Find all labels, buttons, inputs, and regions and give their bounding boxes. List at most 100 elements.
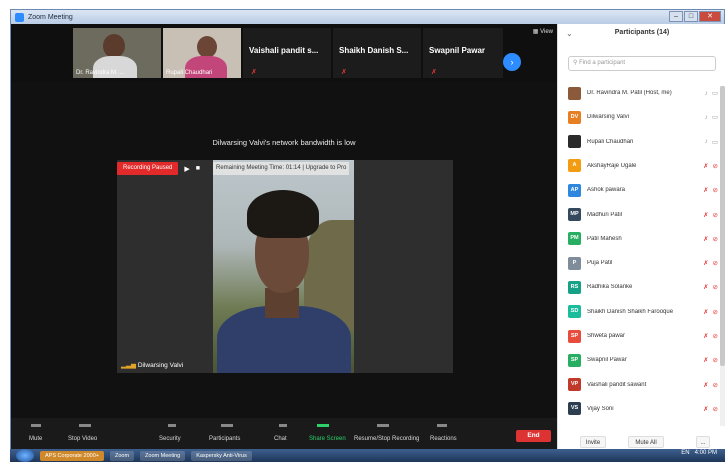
participant-name: Madhuri Patil xyxy=(587,211,623,218)
shield-icon xyxy=(168,424,176,427)
video-icon[interactable]: ▭ xyxy=(712,113,718,121)
thumbnail-shaikh[interactable]: Shaikh Danish S... ✗ xyxy=(333,28,421,78)
avatar: A xyxy=(568,159,581,173)
speaker-name: Dilwarsing Valvi xyxy=(137,362,184,369)
video-off-icon[interactable]: ⊘ xyxy=(713,211,718,219)
taskbar-item[interactable]: Zoom Meeting xyxy=(140,450,186,461)
thumbnail-name: Vaishali pandit s... xyxy=(249,46,319,55)
participant-row[interactable]: A AkshayRaje Ugale ✗ ⊘ xyxy=(568,157,718,175)
participant-row[interactable]: PM Patil Mahesh ✗ ⊘ xyxy=(568,230,718,248)
video-off-icon[interactable]: ⊘ xyxy=(713,235,718,243)
muted-mic-icon[interactable]: ✗ xyxy=(703,259,708,267)
panel-title: Participants (14) xyxy=(614,29,670,36)
signal-bars-icon: ▂▃▅ xyxy=(121,362,136,369)
taskbar-item[interactable]: Kaspersky Anti-Virus xyxy=(191,450,252,461)
video-icon[interactable]: ▭ xyxy=(712,89,718,97)
security-button[interactable]: Security xyxy=(159,436,181,442)
close-button[interactable]: ✕ xyxy=(699,11,721,22)
meeting-area: Dr. Ravindra M. ... Rupali Chaudhari Vai… xyxy=(11,24,557,450)
participant-row[interactable]: P Puja Patil ✗ ⊘ xyxy=(568,254,718,272)
muted-mic-icon[interactable]: ✗ xyxy=(703,356,708,364)
invite-button[interactable]: Invite xyxy=(580,436,606,448)
participant-row[interactable]: SP Swapnil Pawar ✗ ⊘ xyxy=(568,351,718,369)
remaining-time-label[interactable]: Remaining Meeting Time: 01:14 | Upgrade … xyxy=(213,162,350,175)
zoom-window: Zoom Meeting – □ ✕ Dr. Ravindra M. ... R… xyxy=(10,9,726,450)
share-screen-button[interactable]: Share Screen xyxy=(309,436,346,442)
muted-mic-icon[interactable]: ✗ xyxy=(703,186,708,194)
avatar: PM xyxy=(568,232,581,246)
active-speaker-frame: Recording Paused ▶ ■ Remaining Meeting T… xyxy=(117,160,453,373)
participant-row[interactable]: SD Shaikh Danish Shaikh Farooque ✗ ⊘ xyxy=(568,303,718,321)
participant-row[interactable]: VP Vaishali pandit sawant ✗ ⊘ xyxy=(568,376,718,394)
minimize-button[interactable]: – xyxy=(669,11,683,22)
mic-icon[interactable]: ♪ xyxy=(705,138,708,145)
participant-row[interactable]: AP Ashok pawara ✗ ⊘ xyxy=(568,181,718,199)
video-off-icon[interactable]: ⊘ xyxy=(713,283,718,291)
scroll-thumb[interactable] xyxy=(720,86,725,366)
thumbnail-vaishali[interactable]: Vaishali pandit s... ✗ xyxy=(243,28,331,78)
video-off-icon[interactable]: ⊘ xyxy=(713,186,718,194)
participant-row[interactable]: RS Radhika Solanke ✗ ⊘ xyxy=(568,278,718,296)
mic-icon[interactable]: ♪ xyxy=(705,90,708,97)
resume-recording-icon[interactable]: ▶ xyxy=(184,165,189,173)
record-icon xyxy=(377,424,389,427)
view-button[interactable]: ▦ View xyxy=(533,28,553,35)
thumbnail-ravindra[interactable]: Dr. Ravindra M. ... xyxy=(73,28,161,78)
stop-video-button[interactable]: Stop Video xyxy=(68,436,97,442)
participant-name: Vaishali pandit sawant xyxy=(587,381,647,388)
participant-row[interactable]: Dr. Ravindra M. Patil (Host, me) ♪ ▭ xyxy=(568,84,718,102)
video-off-icon[interactable]: ⊘ xyxy=(713,332,718,340)
mute-all-button[interactable]: Mute All xyxy=(628,436,664,448)
participant-search-input[interactable]: ⚲ Find a participant xyxy=(568,56,716,71)
video-off-icon[interactable]: ⊘ xyxy=(713,259,718,267)
muted-mic-icon[interactable]: ✗ xyxy=(703,308,708,316)
mic-icon[interactable]: ♪ xyxy=(705,114,708,121)
mic-icon xyxy=(31,424,41,427)
muted-mic-icon[interactable]: ✗ xyxy=(703,381,708,389)
stop-recording-icon[interactable]: ■ xyxy=(196,165,200,172)
participant-row[interactable]: DV Dilwarsing Valvi ♪ ▭ xyxy=(568,108,718,126)
clock[interactable]: 4:00 PM xyxy=(695,450,717,456)
participants-panel: ⌄ Participants (14) ⚲ Find a participant… xyxy=(557,24,726,450)
avatar xyxy=(568,135,581,149)
scrollbar[interactable] xyxy=(720,86,725,426)
avatar: SP xyxy=(568,353,581,367)
window-title: Zoom Meeting xyxy=(28,13,73,21)
participant-name: Radhika Solanke xyxy=(587,284,633,291)
more-button[interactable]: ... xyxy=(696,436,710,448)
meeting-toolbar: Mute Stop Video Security Participants Ch… xyxy=(11,418,557,450)
maximize-button[interactable]: □ xyxy=(684,11,698,22)
video-off-icon[interactable]: ⊘ xyxy=(713,162,718,170)
muted-mic-icon[interactable]: ✗ xyxy=(703,283,708,291)
video-off-icon[interactable]: ⊘ xyxy=(713,381,718,389)
video-off-icon[interactable]: ⊘ xyxy=(713,356,718,364)
muted-mic-icon[interactable]: ✗ xyxy=(703,235,708,243)
language-indicator[interactable]: EN xyxy=(681,450,689,456)
chat-button[interactable]: Chat xyxy=(274,436,287,442)
record-button[interactable]: Resume/Stop Recording xyxy=(354,436,419,442)
avatar: MP xyxy=(568,208,581,221)
participant-row[interactable]: Rupali Chaudhari ♪ ▭ xyxy=(568,133,718,151)
mute-button[interactable]: Mute xyxy=(29,436,42,442)
taskbar-item[interactable]: Zoom xyxy=(109,450,135,461)
participant-row[interactable]: MP Madhuri Patil ✗ ⊘ xyxy=(568,206,718,224)
taskbar-item[interactable]: APS Corporate 2000+ xyxy=(40,450,104,461)
thumbnail-swapnil[interactable]: Swapnil Pawar ✗ xyxy=(423,28,503,78)
avatar: SD xyxy=(568,305,581,319)
participant-name: Rupali Chaudhari xyxy=(587,138,634,145)
muted-mic-icon[interactable]: ✗ xyxy=(703,405,708,413)
video-off-icon[interactable]: ⊘ xyxy=(713,308,718,316)
start-button-icon[interactable] xyxy=(16,449,34,462)
reactions-button[interactable]: Reactions xyxy=(430,436,457,442)
muted-mic-icon[interactable]: ✗ xyxy=(703,332,708,340)
video-off-icon[interactable]: ⊘ xyxy=(713,405,718,413)
muted-mic-icon[interactable]: ✗ xyxy=(703,162,708,170)
video-icon[interactable]: ▭ xyxy=(712,138,718,146)
participant-row[interactable]: SP Shweta pawar ✗ ⊘ xyxy=(568,327,718,345)
participant-row[interactable]: VS Vijay Soni ✗ ⊘ xyxy=(568,400,718,418)
end-meeting-button[interactable]: End xyxy=(516,430,551,442)
muted-mic-icon[interactable]: ✗ xyxy=(703,211,708,219)
participants-button[interactable]: Participants xyxy=(209,436,240,442)
thumbnail-rupali[interactable]: Rupali Chaudhari xyxy=(163,28,241,78)
next-page-icon[interactable]: › xyxy=(503,53,521,71)
